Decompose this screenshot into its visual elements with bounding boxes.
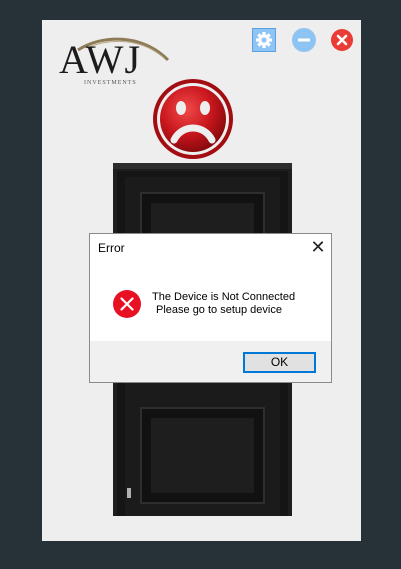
error-icon <box>113 290 141 318</box>
dialog-footer: OK <box>90 341 331 382</box>
logo-subtext: INVESTMENTS <box>84 80 137 86</box>
logo-text: AWJ <box>59 37 142 82</box>
dialog-title: Error <box>98 241 125 255</box>
dialog-close-button[interactable]: ✕ <box>308 237 328 257</box>
app-window: AWJ INVESTMENTS Error ✕ The Device is No… <box>42 20 361 541</box>
minimize-button[interactable] <box>292 28 316 52</box>
dialog-message-line-2: Please go to setup device <box>156 303 282 316</box>
close-button[interactable] <box>331 29 353 51</box>
close-icon <box>336 34 348 46</box>
ok-button[interactable]: OK <box>243 352 316 373</box>
dialog-message: The Device is Not Connected Please go to… <box>152 291 295 316</box>
dialog-message-line-1: The Device is Not Connected <box>152 291 296 303</box>
settings-button[interactable] <box>252 28 276 52</box>
error-dialog: Error ✕ The Device is Not Connected Plea… <box>89 233 332 383</box>
gear-icon <box>256 32 272 48</box>
minus-icon <box>298 38 310 42</box>
sad-face-icon <box>153 79 233 159</box>
